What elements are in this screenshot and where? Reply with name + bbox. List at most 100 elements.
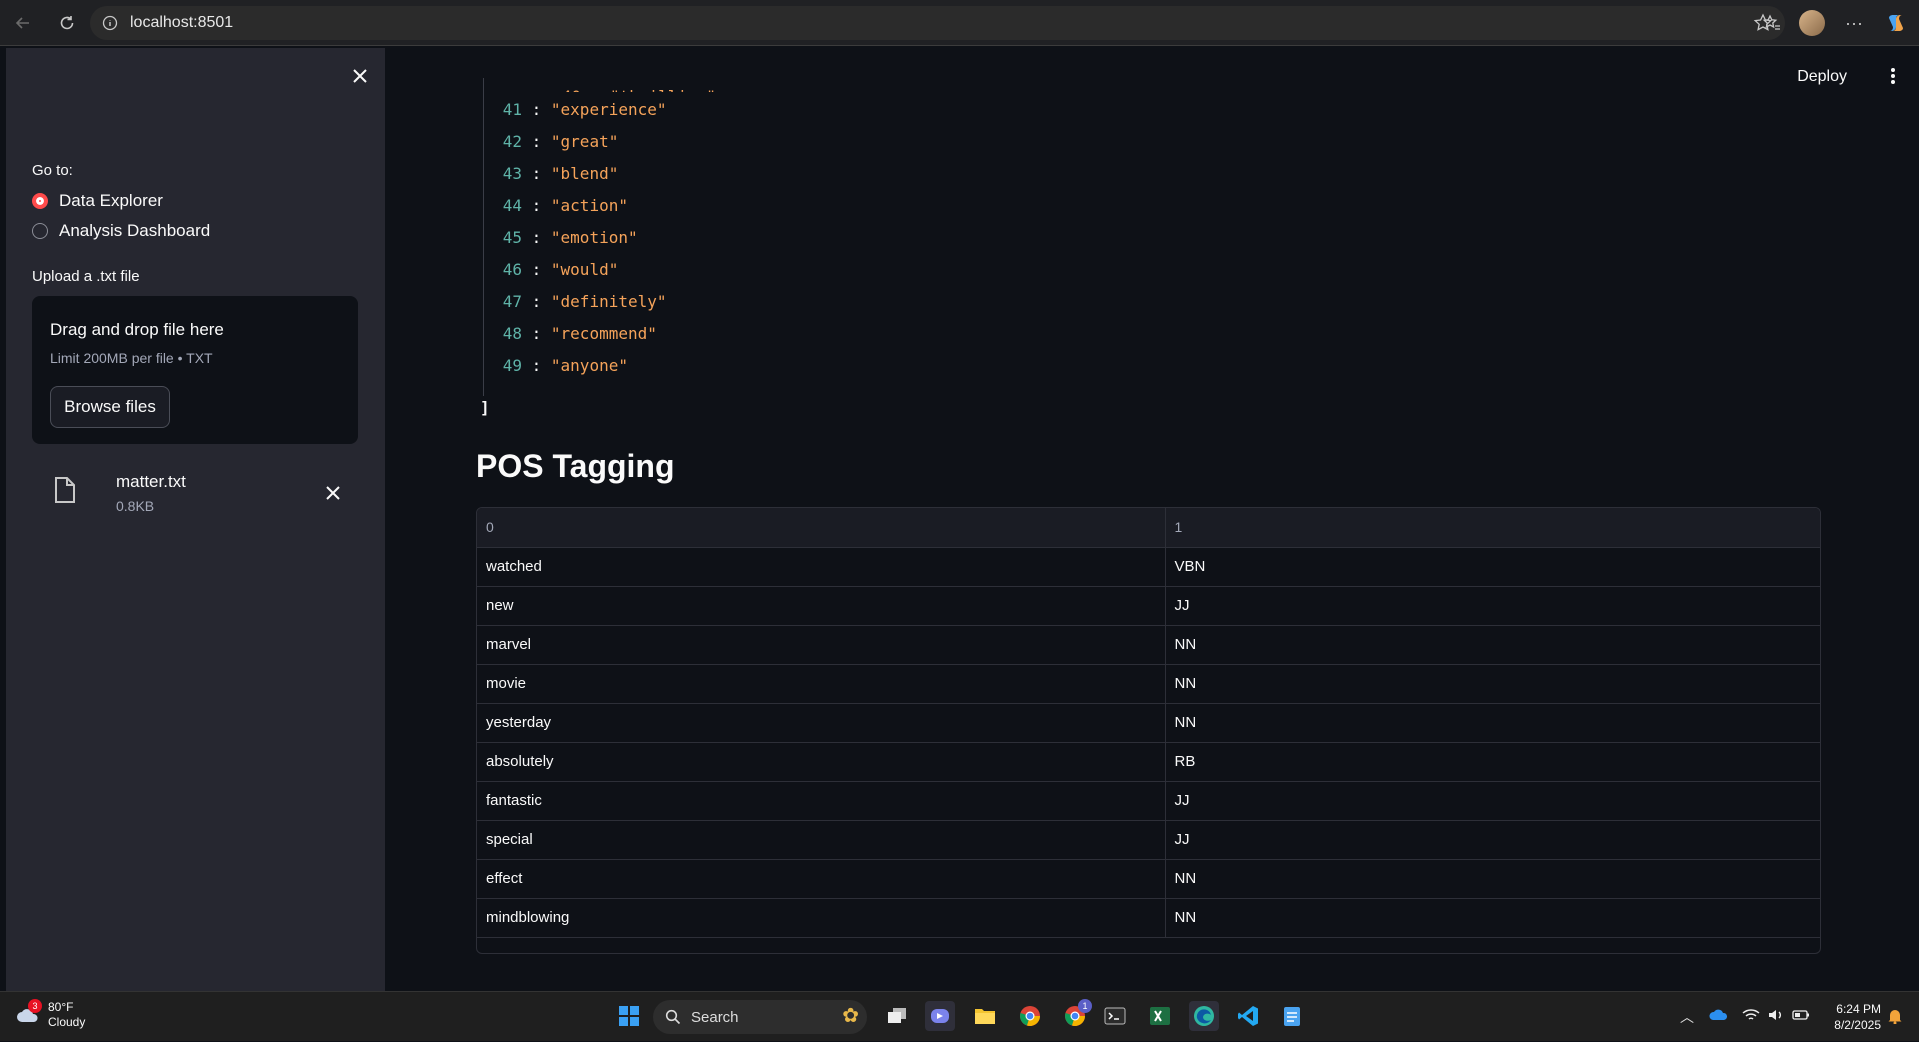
weather-description: Cloudy bbox=[48, 1015, 86, 1029]
url-text: localhost:8501 bbox=[130, 14, 234, 31]
clock-time: 6:24 PM bbox=[1836, 1002, 1881, 1016]
table-row[interactable]: new JJ bbox=[477, 586, 1820, 626]
token-cell[interactable]: yesterday bbox=[477, 703, 1166, 743]
chrome-badge: 1 bbox=[1078, 999, 1092, 1013]
json-list-item: 42 : "great" bbox=[480, 132, 619, 156]
weather-badge: 3 bbox=[28, 999, 42, 1013]
remove-file-button[interactable] bbox=[320, 480, 346, 506]
radio-analysis-dashboard[interactable]: Analysis Dashboard bbox=[32, 221, 210, 241]
browser-menu-icon[interactable]: ··· bbox=[1839, 8, 1869, 38]
vscode-icon[interactable] bbox=[1233, 1001, 1263, 1031]
json-index: 46 bbox=[502, 260, 522, 279]
sidebar-close-button[interactable] bbox=[346, 62, 374, 90]
token-cell[interactable]: special bbox=[477, 820, 1166, 860]
json-list-item: 47 : "definitely" bbox=[480, 292, 667, 316]
file-explorer-icon[interactable] bbox=[970, 1001, 1000, 1031]
uploaded-file: matter.txt 0.8KB bbox=[32, 466, 358, 526]
json-partial-row: 40 : "thrilling" bbox=[561, 87, 716, 106]
pos-tag-cell[interactable]: JJ bbox=[1165, 820, 1820, 860]
token-cell[interactable]: mindblowing bbox=[477, 898, 1166, 938]
radio-unselected-icon bbox=[32, 223, 48, 239]
copilot-icon[interactable] bbox=[1881, 8, 1911, 38]
browse-files-button[interactable]: Browse files bbox=[50, 386, 170, 428]
notification-bell-icon[interactable] bbox=[1880, 1001, 1910, 1031]
pos-tag-cell[interactable]: NN bbox=[1165, 898, 1820, 938]
pos-tag-cell[interactable]: RB bbox=[1165, 742, 1820, 782]
table-row[interactable]: marvel NN bbox=[477, 625, 1820, 665]
token-cell[interactable]: movie bbox=[477, 664, 1166, 704]
start-button[interactable] bbox=[614, 1001, 644, 1031]
back-arrow-icon bbox=[15, 16, 29, 29]
table-row[interactable]: absolutely RB bbox=[477, 742, 1820, 782]
teams-icon[interactable] bbox=[925, 1001, 955, 1031]
weather-temperature: 80°F bbox=[48, 1000, 74, 1014]
json-index: 45 bbox=[502, 228, 522, 247]
pos-tag-cell[interactable]: NN bbox=[1165, 664, 1820, 704]
pos-tag-cell[interactable]: NN bbox=[1165, 625, 1820, 665]
chrome-icon[interactable] bbox=[1015, 1001, 1045, 1031]
deploy-button[interactable]: Deploy bbox=[1787, 62, 1857, 92]
token-cell[interactable]: new bbox=[477, 586, 1166, 626]
token-cell[interactable]: watched bbox=[477, 547, 1166, 587]
table-row[interactable]: watched VBN bbox=[477, 547, 1820, 587]
token-cell[interactable]: fantastic bbox=[477, 781, 1166, 821]
show-hidden-icons-chevron-icon[interactable]: ︿ bbox=[1680, 1007, 1694, 1027]
excel-icon[interactable] bbox=[1145, 1001, 1175, 1031]
back-button[interactable] bbox=[8, 8, 38, 38]
radio-data-explorer[interactable]: Data Explorer bbox=[32, 191, 163, 211]
json-value: "anyone" bbox=[550, 356, 628, 375]
taskbar-clock[interactable]: 6:24 PM 8/2/2025 bbox=[1834, 1001, 1881, 1033]
upload-label: Upload a .txt file bbox=[32, 268, 140, 285]
table-row[interactable]: movie NN bbox=[477, 664, 1820, 704]
json-index: 42 bbox=[502, 132, 522, 151]
address-bar[interactable]: localhost:8501 bbox=[90, 6, 1785, 40]
taskbar-search[interactable]: Search ✿ bbox=[653, 1000, 867, 1034]
json-close-bracket: ] bbox=[480, 398, 490, 417]
main-menu-icon[interactable] bbox=[1879, 62, 1907, 90]
json-index: 44 bbox=[502, 196, 522, 215]
table-header-row: 0 1 bbox=[477, 508, 1820, 548]
profile-avatar[interactable] bbox=[1797, 8, 1827, 38]
json-value: "emotion" bbox=[550, 228, 638, 247]
notepad-icon[interactable] bbox=[1277, 1001, 1307, 1031]
edge-icon[interactable] bbox=[1189, 1001, 1219, 1031]
table-row[interactable]: effect NN bbox=[477, 859, 1820, 899]
task-view-icon[interactable] bbox=[882, 1001, 912, 1031]
json-index: 47 bbox=[502, 292, 522, 311]
token-cell[interactable]: marvel bbox=[477, 625, 1166, 665]
json-value: "recommend" bbox=[550, 324, 657, 343]
table-row[interactable]: special JJ bbox=[477, 820, 1820, 860]
json-list-item: 48 : "recommend" bbox=[480, 324, 657, 348]
token-cell[interactable]: absolutely bbox=[477, 742, 1166, 782]
site-info-icon[interactable] bbox=[102, 15, 118, 31]
file-dropzone[interactable]: Drag and drop file here Limit 200MB per … bbox=[32, 296, 358, 444]
table-row[interactable]: mindblowing NN bbox=[477, 898, 1820, 938]
radio-selected-icon bbox=[32, 193, 48, 209]
chrome-profile-icon[interactable]: 1 bbox=[1060, 999, 1092, 1031]
terminal-icon[interactable] bbox=[1100, 1001, 1130, 1031]
pos-tag-cell[interactable]: NN bbox=[1165, 859, 1820, 899]
onedrive-icon[interactable] bbox=[1708, 1008, 1728, 1026]
favorites-icon[interactable] bbox=[1757, 8, 1787, 38]
column-header-1[interactable]: 1 bbox=[1165, 508, 1820, 548]
json-value: "experience" bbox=[550, 100, 667, 119]
pos-tag-cell[interactable]: JJ bbox=[1165, 586, 1820, 626]
battery-icon[interactable] bbox=[1792, 1008, 1810, 1026]
pos-tag-cell[interactable]: NN bbox=[1165, 703, 1820, 743]
weather-widget[interactable]: 3 80°F Cloudy bbox=[16, 999, 86, 1030]
pos-tag-cell[interactable]: VBN bbox=[1165, 547, 1820, 587]
clock-date: 8/2/2025 bbox=[1834, 1018, 1881, 1032]
pos-table[interactable]: 0 1 watched VBN new JJ marvel NN movie NN yester… bbox=[476, 507, 1821, 954]
token-cell[interactable]: effect bbox=[477, 859, 1166, 899]
column-header-0[interactable]: 0 bbox=[477, 508, 1166, 548]
browser-toolbar: localhost:8501 ··· bbox=[0, 0, 1919, 46]
windows-logo-icon bbox=[619, 1006, 639, 1026]
volume-icon[interactable] bbox=[1768, 1008, 1784, 1027]
table-row[interactable]: yesterday NN bbox=[477, 703, 1820, 743]
table-row[interactable]: fantastic JJ bbox=[477, 781, 1820, 821]
wifi-icon[interactable] bbox=[1742, 1008, 1760, 1027]
file-name: matter.txt bbox=[116, 472, 186, 491]
pos-tag-cell[interactable]: JJ bbox=[1165, 781, 1820, 821]
system-tray: ︿ bbox=[1680, 992, 1810, 1042]
reload-button[interactable] bbox=[52, 8, 82, 38]
